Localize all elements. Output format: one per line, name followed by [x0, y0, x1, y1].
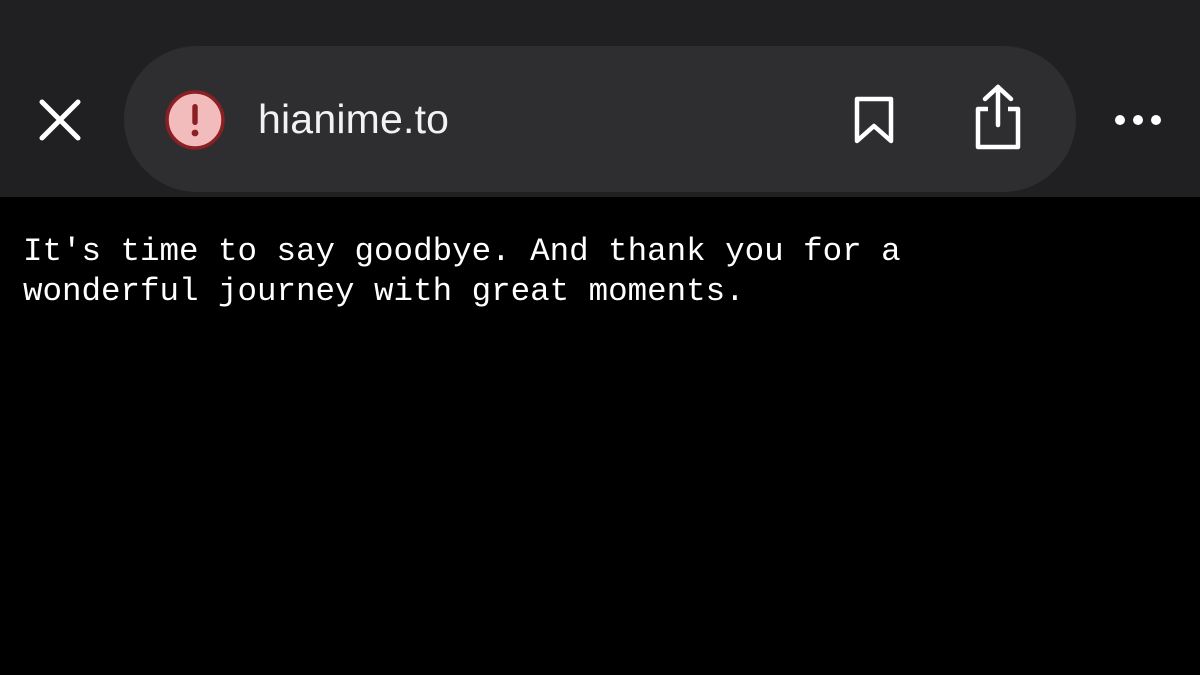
more-horizontal-icon: [1115, 115, 1161, 125]
message-line-2: wonderful journey with great moments.: [23, 273, 745, 310]
url-text[interactable]: hianime.to: [258, 92, 449, 146]
goodbye-message: It's time to say goodbye. And thank you …: [23, 232, 1123, 312]
page-content: It's time to say goodbye. And thank you …: [0, 197, 1200, 675]
bookmark-button[interactable]: [840, 86, 908, 154]
address-bar[interactable]: hianime.to: [124, 46, 1076, 192]
message-line-1: It's time to say goodbye. And thank you …: [23, 233, 901, 270]
close-button[interactable]: [28, 88, 92, 152]
more-options-button[interactable]: [1104, 96, 1172, 144]
share-icon: [975, 84, 1021, 150]
bookmark-icon: [854, 96, 894, 144]
warning-circle-icon: [165, 90, 225, 150]
share-button[interactable]: [962, 78, 1034, 158]
close-icon: [39, 99, 81, 141]
security-warning-button[interactable]: [164, 89, 226, 151]
browser-toolbar: hianime.to: [0, 0, 1200, 197]
